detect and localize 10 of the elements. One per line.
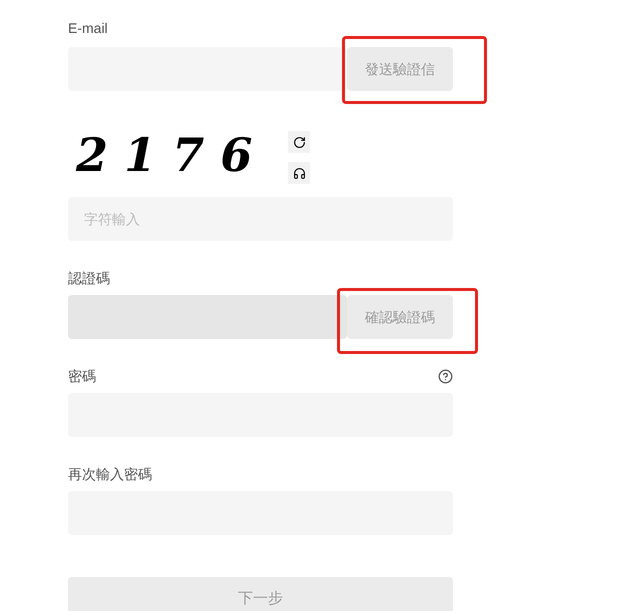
input-field[interactable] — [68, 47, 347, 91]
headphones-icon[interactable] — [288, 162, 310, 184]
field-label: E-mail — [68, 20, 109, 36]
input-field[interactable]: 字符輸入 — [68, 197, 453, 241]
refresh-icon[interactable] — [288, 131, 310, 153]
captcha-image: 2176 — [74, 126, 266, 184]
field-label: 認證碼 — [68, 270, 111, 286]
field-label: 再次輸入密碼 — [68, 466, 153, 482]
help-icon[interactable] — [438, 368, 453, 384]
field-label: 密碼 — [68, 368, 96, 384]
